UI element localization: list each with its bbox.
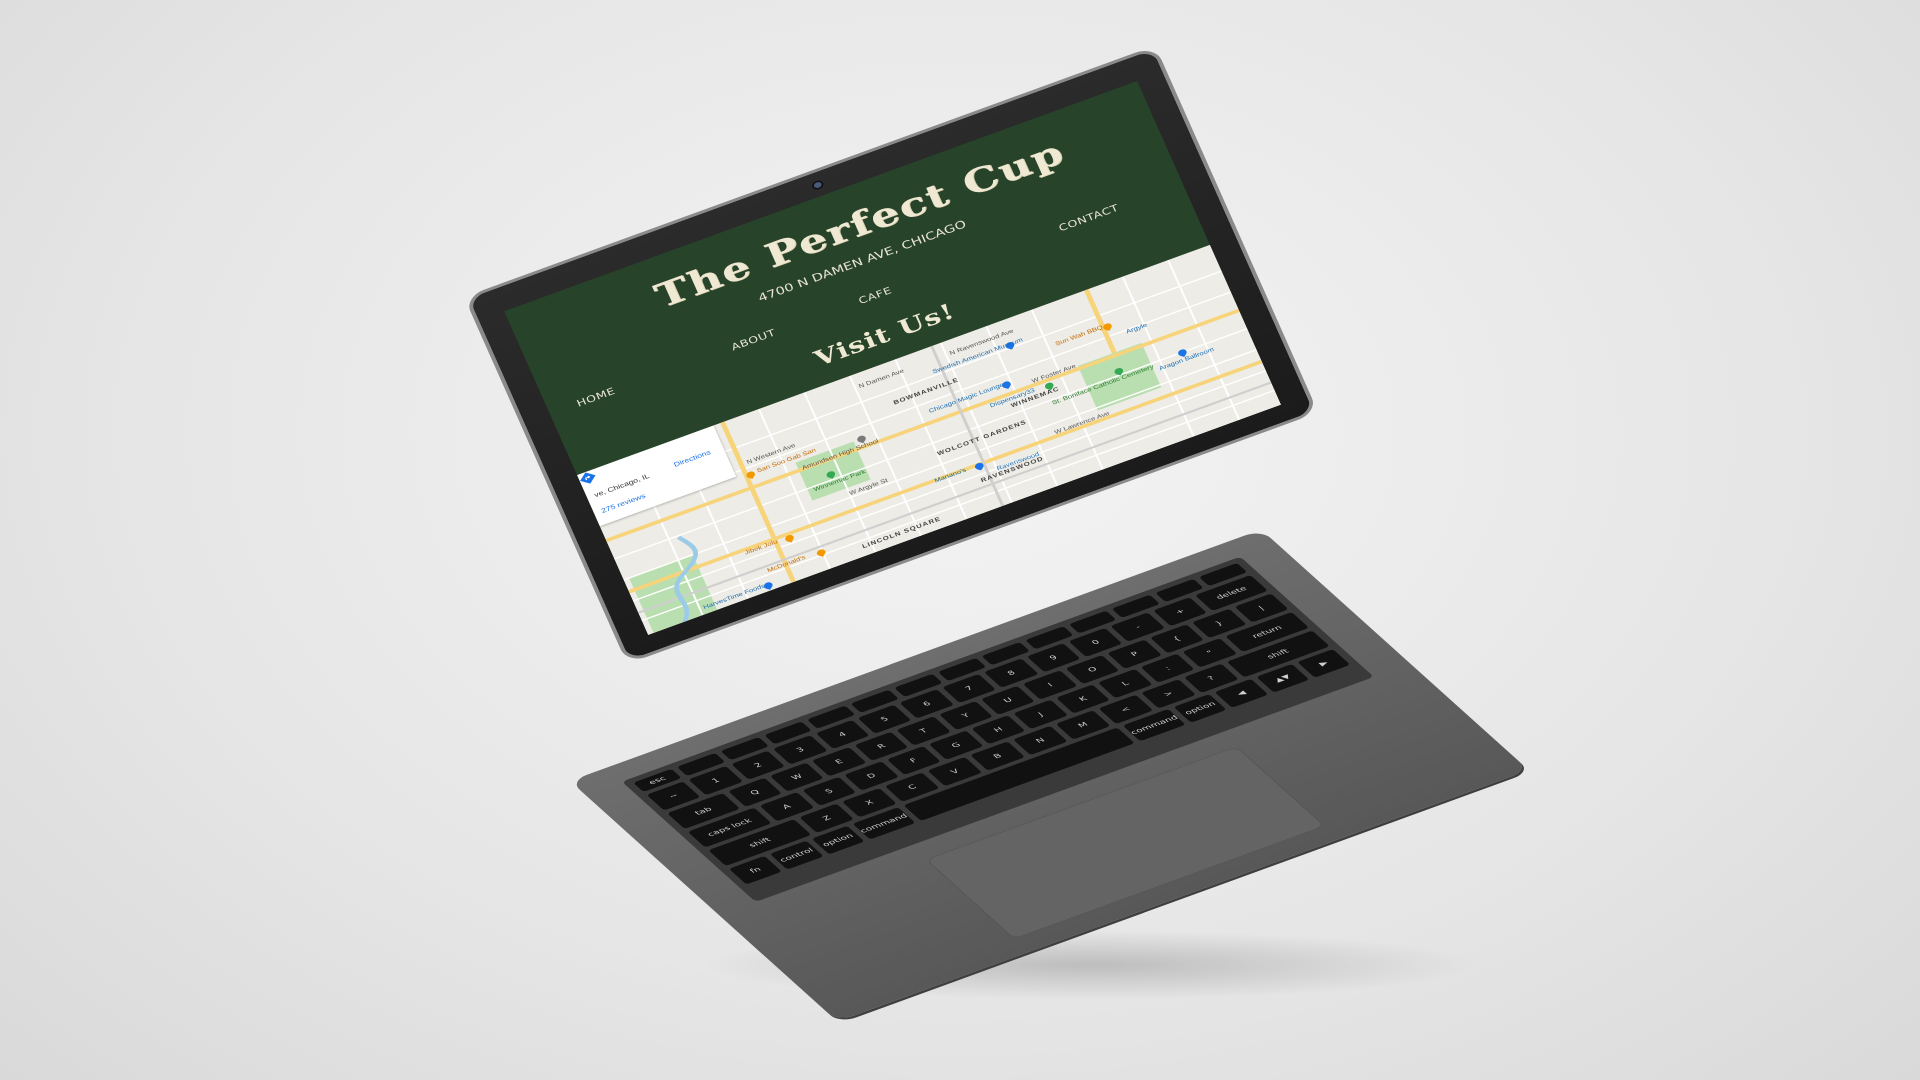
webcam-icon	[812, 181, 823, 189]
nav-home-link[interactable]: HOME	[575, 386, 617, 410]
nav-about-link[interactable]: ABOUT	[730, 328, 778, 354]
directions-link[interactable]: Directions	[672, 448, 711, 468]
map-card-reviews-link[interactable]: 275 reviews	[600, 492, 647, 514]
laptop-screen: HOME ABOUT CAFE CONTACT The Perfect Cup …	[504, 81, 1282, 636]
nav-contact-link[interactable]: CONTACT	[1057, 203, 1121, 234]
laptop-mockup-scene: esc ~1 2 3 4 5 6 7 8 9 0- + delete tab Q W E R T Y U I O P{} | ca…	[0, 0, 1920, 1080]
nav-cafe-link[interactable]: CAFE	[857, 285, 894, 307]
